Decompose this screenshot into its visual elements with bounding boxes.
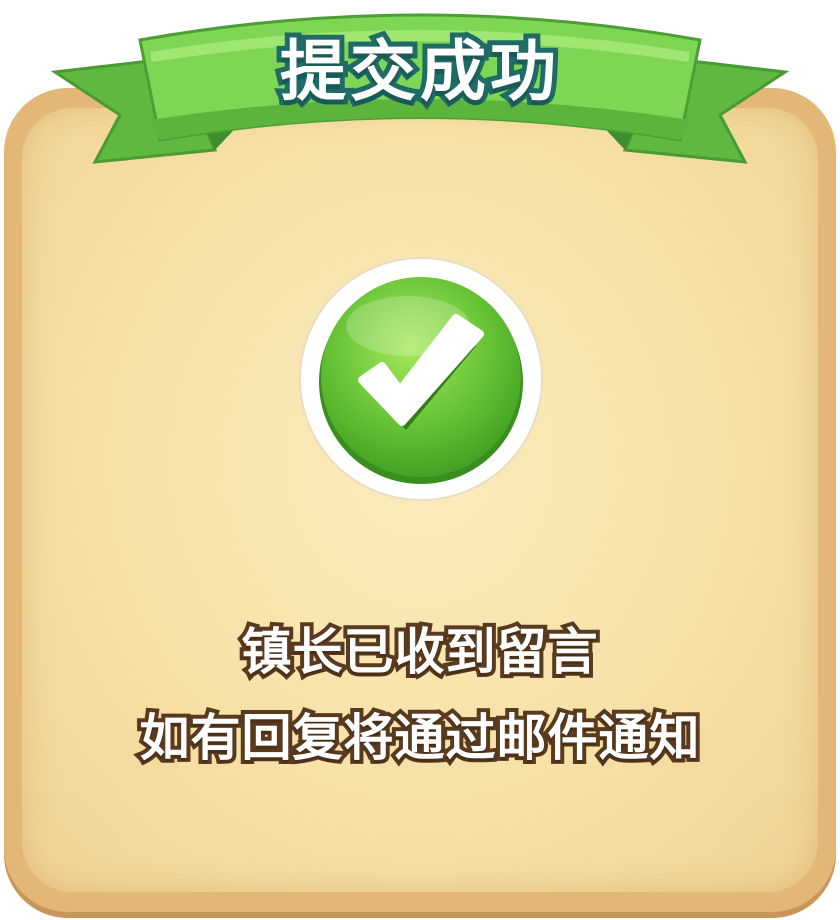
checkmark-icon: [299, 257, 543, 501]
dialog-title: 提交成功: [275, 28, 561, 115]
submit-success-dialog: 提交成功 镇长已收到留言 如有回复将通过邮件通知: [0, 0, 840, 920]
message-line-1: 镇长已收到留言: [238, 619, 602, 685]
dialog-frame: [4, 88, 836, 918]
message-line-2: 如有回复将通过邮件通知: [136, 705, 704, 771]
